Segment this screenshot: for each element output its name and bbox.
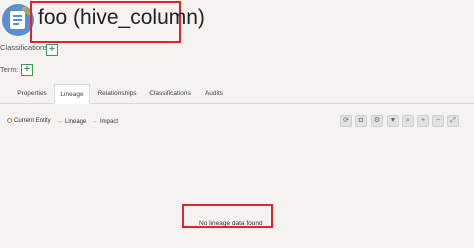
search-icon[interactable]: ⌕ <box>402 115 414 127</box>
tab-audits[interactable]: Audits <box>199 84 229 104</box>
zoom-in-icon[interactable]: + <box>417 115 429 127</box>
legend-current-entity: Current Entity <box>7 118 51 124</box>
zoom-out-icon[interactable]: − <box>432 115 444 127</box>
tab-lineage[interactable]: Lineage <box>54 84 90 104</box>
legend-impact: → Impact <box>91 118 119 125</box>
refresh-icon[interactable]: ⟳ <box>340 115 352 127</box>
gear-icon[interactable]: ⚙ <box>371 115 383 127</box>
tab-properties[interactable]: Properties <box>10 84 54 104</box>
arrow-right-icon: → <box>56 118 63 125</box>
filter-icon[interactable]: ▼ <box>387 115 399 127</box>
tab-relationships[interactable]: Relationships <box>93 84 141 104</box>
circle-icon <box>7 118 12 123</box>
camera-icon[interactable]: ◘ <box>355 115 367 127</box>
entity-detail-page: ✎ foo (hive_column) Classifications: + T… <box>0 0 474 248</box>
detail-tabs: Properties Lineage Relationships Classif… <box>0 84 474 104</box>
page-title: foo (hive_column) <box>38 6 205 29</box>
term-label: Term: <box>0 65 19 74</box>
arrow-right-icon: → <box>91 118 98 125</box>
add-classification-button[interactable]: + <box>46 44 58 56</box>
classifications-label: Classifications: <box>0 43 51 52</box>
add-term-button[interactable]: + <box>21 64 33 76</box>
tab-classifications[interactable]: Classifications <box>144 84 196 104</box>
no-lineage-message: No lineage data found <box>199 220 263 227</box>
legend-lineage: → Lineage <box>56 118 87 125</box>
fullscreen-icon[interactable]: ⤢ <box>447 115 459 127</box>
